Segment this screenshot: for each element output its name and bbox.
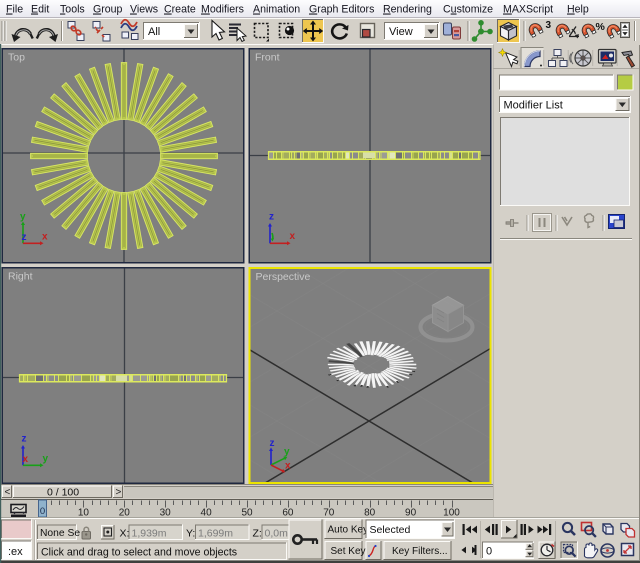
svg-text:80: 80 xyxy=(364,508,376,519)
svg-text:50: 50 xyxy=(241,508,253,519)
svg-text:Customize: Customize xyxy=(443,4,493,16)
svg-text:0: 0 xyxy=(486,546,492,558)
svg-text::ex: :ex xyxy=(8,546,23,558)
svg-text:Graph Editors: Graph Editors xyxy=(309,4,374,16)
svg-text:Create: Create xyxy=(164,4,196,16)
svg-text:40: 40 xyxy=(201,508,213,519)
svg-text:%: % xyxy=(596,21,606,33)
svg-text:Key Filters...: Key Filters... xyxy=(392,546,448,557)
svg-text:Animation: Animation xyxy=(253,4,300,16)
svg-text:Group: Group xyxy=(93,4,123,16)
svg-text:x: x xyxy=(290,231,296,242)
svg-text:y: y xyxy=(43,454,49,465)
svg-text:Edit: Edit xyxy=(31,4,49,16)
svg-text:y: y xyxy=(284,447,290,458)
svg-text:<: < xyxy=(5,487,11,498)
svg-text:Y:: Y: xyxy=(186,528,195,540)
svg-text:1,699m: 1,699m xyxy=(198,528,233,540)
svg-text:Help: Help xyxy=(567,4,589,16)
svg-text:Modifiers: Modifiers xyxy=(201,4,244,16)
svg-text:z: z xyxy=(270,438,275,449)
svg-text:Set Key: Set Key xyxy=(331,546,366,557)
svg-text:20: 20 xyxy=(119,508,131,519)
svg-text:30: 30 xyxy=(160,508,172,519)
svg-text:All: All xyxy=(148,26,160,38)
svg-text:Right: Right xyxy=(8,271,33,283)
svg-text:0 / 100: 0 / 100 xyxy=(47,487,79,499)
svg-text:Perspective: Perspective xyxy=(256,271,311,283)
svg-text:x: x xyxy=(23,454,29,465)
svg-text:0,0m: 0,0m xyxy=(265,528,289,540)
svg-text:90: 90 xyxy=(405,508,417,519)
svg-text:y: y xyxy=(20,212,26,223)
svg-text:z: z xyxy=(269,212,274,223)
svg-text:X:: X: xyxy=(120,528,130,540)
svg-text:0: 0 xyxy=(40,506,45,517)
svg-text:Tools: Tools xyxy=(60,4,85,16)
svg-text:None Se: None Se xyxy=(40,528,80,539)
svg-text:3: 3 xyxy=(546,20,552,31)
svg-text:70: 70 xyxy=(323,508,335,519)
svg-text:Selected: Selected xyxy=(370,524,411,536)
svg-text:10: 10 xyxy=(78,508,90,519)
svg-text:File: File xyxy=(6,4,23,16)
svg-text:Click and drag to select and m: Click and drag to select and move object… xyxy=(41,547,237,559)
svg-text:>: > xyxy=(116,487,122,498)
svg-text:x: x xyxy=(285,461,291,472)
svg-text:z: z xyxy=(22,232,27,243)
svg-text:x: x xyxy=(42,232,48,243)
svg-text:1,939m: 1,939m xyxy=(132,528,167,540)
svg-text:View: View xyxy=(389,26,413,38)
svg-text:Modifier List: Modifier List xyxy=(504,100,563,112)
svg-text:Auto Key: Auto Key xyxy=(328,525,369,536)
svg-text:Z:: Z: xyxy=(253,528,262,540)
svg-text:Front: Front xyxy=(255,52,280,64)
svg-text:Top: Top xyxy=(8,52,25,64)
svg-text:60: 60 xyxy=(282,508,294,519)
svg-text:Rendering: Rendering xyxy=(383,4,432,16)
svg-text:z: z xyxy=(22,434,27,445)
svg-text:Views: Views xyxy=(130,4,158,16)
svg-text:MAXScript: MAXScript xyxy=(503,4,553,16)
svg-text:100: 100 xyxy=(443,508,460,519)
